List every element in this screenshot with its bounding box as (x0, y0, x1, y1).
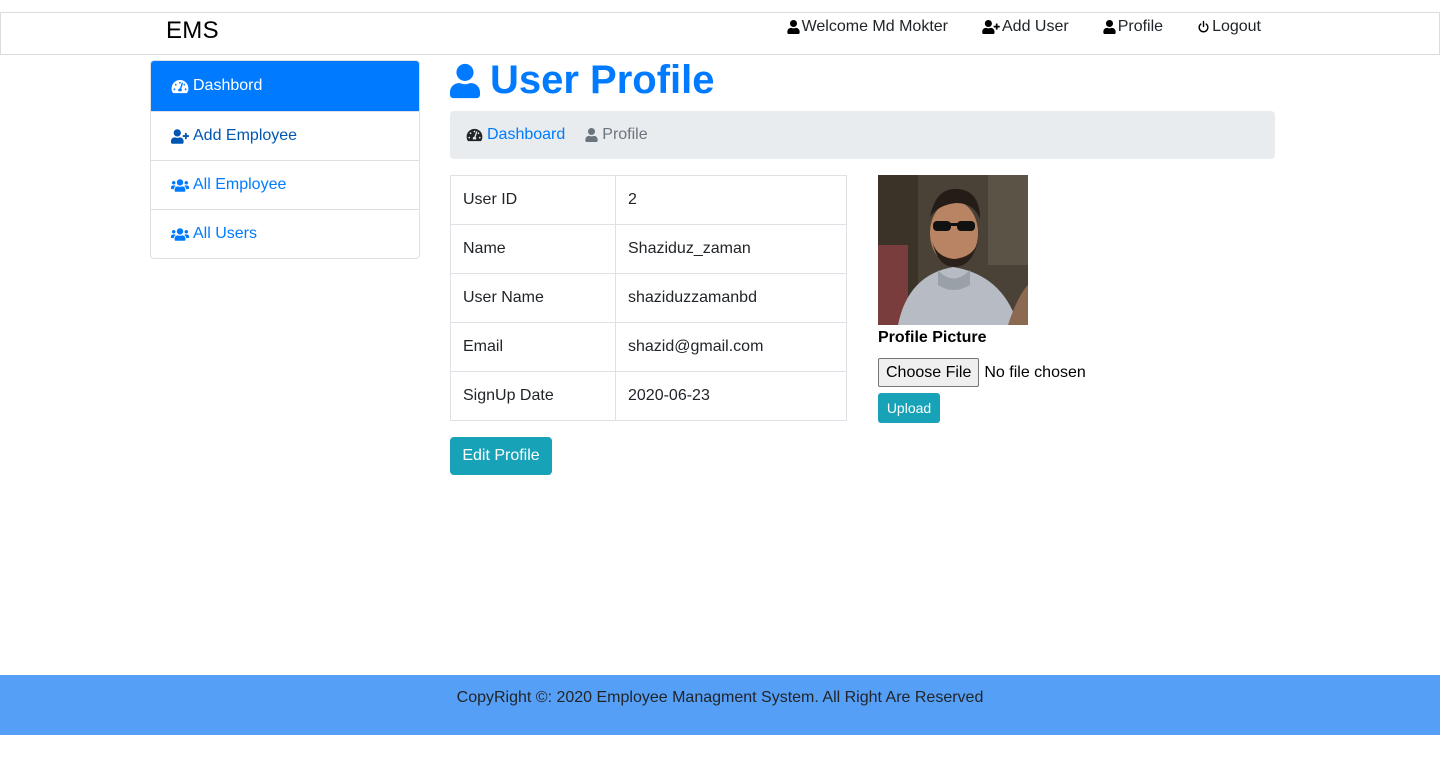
upload-button[interactable]: Upload (878, 393, 940, 423)
nav-add-user-label: Add User (1002, 18, 1069, 35)
breadcrumb-profile-label: Profile (602, 126, 648, 143)
user-icon (786, 20, 800, 34)
table-row: SignUp Date 2020-06-23 (450, 371, 847, 421)
table-row: User ID 2 (450, 175, 847, 225)
breadcrumb-dashboard-label: Dashboard (487, 126, 566, 143)
table-key-cell: Name (450, 224, 616, 274)
nav-logout-label: Logout (1212, 18, 1261, 35)
page-title-text: User Profile (490, 58, 715, 102)
tachometer-icon (171, 79, 189, 93)
table-key-cell: User ID (450, 175, 616, 225)
navbar-links: Welcome Md Mokter Add User Profile Logou… (786, 18, 1261, 36)
breadcrumb-dashboard-link[interactable]: Dashboard (466, 126, 565, 144)
tachometer-icon (466, 128, 483, 142)
table-value-cell: Shaziduz_zaman (615, 224, 847, 274)
nav-profile-label: Profile (1117, 18, 1164, 35)
footer-copyright: CopyRight ©: 2020 Employee Managment Sys… (456, 688, 984, 706)
profile-photo (878, 175, 1028, 325)
nav-logout-link[interactable]: Logout (1197, 18, 1261, 36)
profile-picture-label: Profile Picture (878, 329, 987, 346)
breadcrumb: Dashboard Profile (450, 111, 1275, 159)
table-value-cell: 2 (615, 175, 847, 225)
sidebar-item-label: All Employee (193, 176, 287, 193)
sidebar-item-label: Dashbord (193, 77, 263, 94)
avatar (878, 175, 1028, 325)
choose-file-button[interactable]: Choose File (878, 358, 980, 387)
user-plus-icon (171, 128, 189, 144)
sidebar-item-dashboard[interactable]: Dashbord (151, 61, 419, 111)
users-icon (171, 227, 189, 241)
edit-profile-button[interactable]: Edit Profile (450, 437, 552, 475)
table-row: Email shazid@gmail.com (450, 322, 847, 372)
sidebar: Dashbord Add Employee All Employee All U… (150, 60, 420, 259)
power-icon (1198, 20, 1209, 33)
user-icon (1103, 20, 1116, 34)
file-input: Choose File No file chosen (878, 358, 1086, 387)
nav-profile-link[interactable]: Profile (1103, 18, 1163, 36)
sidebar-item-label: Add Employee (193, 127, 298, 144)
top-navbar: EMS Welcome Md Mokter Add User Profile L… (0, 12, 1440, 55)
table-key-cell: Email (450, 322, 616, 372)
table-value-cell: shazid@gmail.com (615, 322, 847, 372)
table-value-cell: 2020-06-23 (615, 371, 847, 421)
nav-add-user-link[interactable]: Add User (982, 18, 1069, 36)
table-key-cell: User Name (450, 273, 616, 323)
table-row: User Name shaziduzzamanbd (450, 273, 847, 323)
sidebar-item-add-employee[interactable]: Add Employee (151, 111, 419, 160)
brand-logo[interactable]: EMS (166, 17, 219, 45)
table-row: Name Shaziduz_zaman (450, 224, 847, 274)
breadcrumb-current-profile: Profile (585, 126, 648, 144)
sidebar-item-all-users[interactable]: All Users (151, 209, 419, 258)
table-key-cell: SignUp Date (450, 371, 616, 421)
user-icon (450, 63, 480, 98)
nav-welcome-link[interactable]: Welcome Md Mokter (786, 18, 948, 36)
user-plus-icon (982, 20, 1000, 34)
page-title: User Profile (450, 58, 715, 103)
file-status-text: No file chosen (984, 363, 1086, 381)
sidebar-item-label: All Users (193, 225, 258, 242)
footer: CopyRight ©: 2020 Employee Managment Sys… (0, 675, 1440, 735)
user-icon (585, 128, 598, 142)
table-value-cell: shaziduzzamanbd (615, 273, 847, 323)
users-icon (171, 178, 189, 192)
nav-welcome-label: Welcome Md Mokter (801, 18, 948, 35)
sidebar-item-all-employee[interactable]: All Employee (151, 160, 419, 209)
profile-info-table: User ID 2 Name Shaziduz_zaman User Name … (450, 175, 847, 421)
